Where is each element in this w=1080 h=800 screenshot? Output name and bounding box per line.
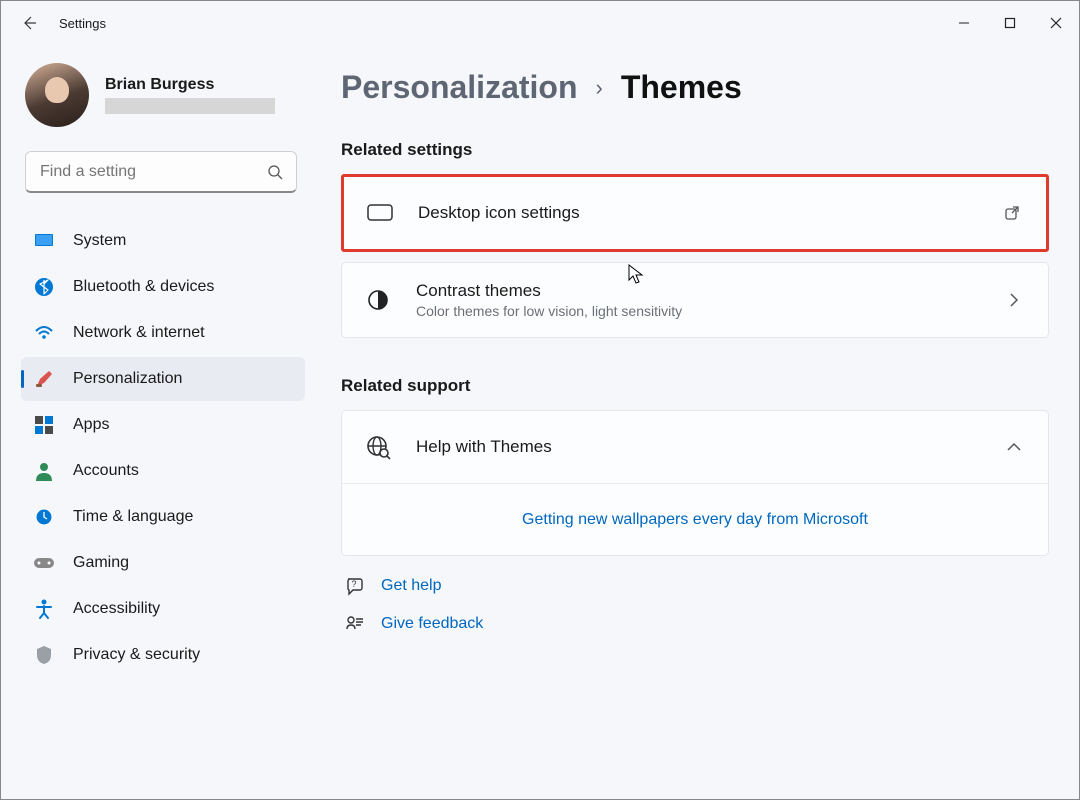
highlighted-region: Desktop icon settings [341,174,1049,252]
related-support-heading: Related support [341,376,1049,396]
user-account-row[interactable]: Brian Burgess [17,57,305,145]
main-panel: Personalization › Themes Related setting… [311,45,1079,799]
titlebar: Settings [1,1,1079,45]
give-feedback-link[interactable]: Give feedback [345,614,1049,634]
chevron-up-icon [1002,442,1026,452]
wifi-icon [33,322,55,344]
globe-clock-icon [33,506,55,528]
nav-label: Accessibility [73,600,160,618]
nav-label: Accounts [73,462,139,480]
nav-list: System Bluetooth & devices Network & int… [17,219,305,677]
nav-item-network[interactable]: Network & internet [21,311,305,355]
avatar [25,63,89,127]
nav-item-privacy[interactable]: Privacy & security [21,633,305,677]
minimize-icon [958,17,970,29]
accessibility-icon [33,598,55,620]
user-email-redacted [105,98,275,114]
link-text: Give feedback [381,615,483,633]
nav-item-accessibility[interactable]: Accessibility [21,587,305,631]
sidebar: Brian Burgess System Bluetooth & devices [1,45,311,799]
chevron-right-icon [1002,292,1026,308]
desktop-icon-settings-card[interactable]: Desktop icon settings [344,177,1046,249]
card-title: Contrast themes [416,281,978,301]
settings-window: Settings Brian Burgess [0,0,1080,800]
nav-label: Time & language [73,508,193,526]
feedback-icon [345,614,365,634]
nav-item-personalization[interactable]: Personalization [21,357,305,401]
search-icon [267,164,283,180]
wallpaper-link: Getting new wallpapers every day from Mi… [522,511,868,529]
related-settings-heading: Related settings [341,140,1049,160]
nav-label: Privacy & security [73,646,200,664]
nav-item-accounts[interactable]: Accounts [21,449,305,493]
breadcrumb-current: Themes [621,69,742,106]
window-title: Settings [59,16,106,31]
nav-label: Network & internet [73,324,205,342]
chat-help-icon: ? [345,576,365,596]
help-with-themes-card: Help with Themes Getting new wallpapers … [341,410,1049,556]
chevron-right-icon: › [596,75,603,101]
get-help-link[interactable]: ? Get help [345,576,1049,596]
breadcrumb: Personalization › Themes [341,69,1049,106]
help-links: ? Get help Give feedback [341,576,1049,634]
gamepad-icon [33,552,55,574]
svg-text:?: ? [351,579,356,589]
search-input[interactable] [25,151,297,193]
arrow-left-icon [21,15,37,31]
nav-item-bluetooth[interactable]: Bluetooth & devices [21,265,305,309]
person-icon [33,460,55,482]
search-wrap [25,151,297,193]
card-title: Help with Themes [416,437,978,457]
globe-search-icon [364,434,392,460]
close-button[interactable] [1033,5,1079,41]
card-subtitle: Color themes for low vision, light sensi… [416,303,978,319]
wallpaper-link-row[interactable]: Getting new wallpapers every day from Mi… [342,483,1048,555]
link-text: Get help [381,577,441,595]
contrast-icon [364,288,392,312]
nav-label: Personalization [73,370,182,388]
contrast-themes-card[interactable]: Contrast themes Color themes for low vis… [341,262,1049,338]
nav-item-system[interactable]: System [21,219,305,263]
window-controls [941,5,1079,41]
maximize-icon [1004,17,1016,29]
close-icon [1050,17,1062,29]
external-link-icon [1000,205,1024,221]
card-title: Desktop icon settings [418,203,976,223]
nav-label: Bluetooth & devices [73,278,214,296]
nav-label: Apps [73,416,109,434]
maximize-button[interactable] [987,5,1033,41]
desktop-icon [366,203,394,223]
nav-label: Gaming [73,554,129,572]
monitor-icon [33,230,55,252]
minimize-button[interactable] [941,5,987,41]
apps-icon [33,414,55,436]
user-name: Brian Burgess [105,76,275,94]
paintbrush-icon [33,368,55,390]
bluetooth-icon [33,276,55,298]
help-with-themes-row[interactable]: Help with Themes [342,411,1048,483]
shield-icon [33,644,55,666]
nav-item-time[interactable]: Time & language [21,495,305,539]
nav-item-apps[interactable]: Apps [21,403,305,447]
nav-label: System [73,232,126,250]
nav-item-gaming[interactable]: Gaming [21,541,305,585]
breadcrumb-parent[interactable]: Personalization [341,69,578,106]
back-button[interactable] [19,13,39,33]
